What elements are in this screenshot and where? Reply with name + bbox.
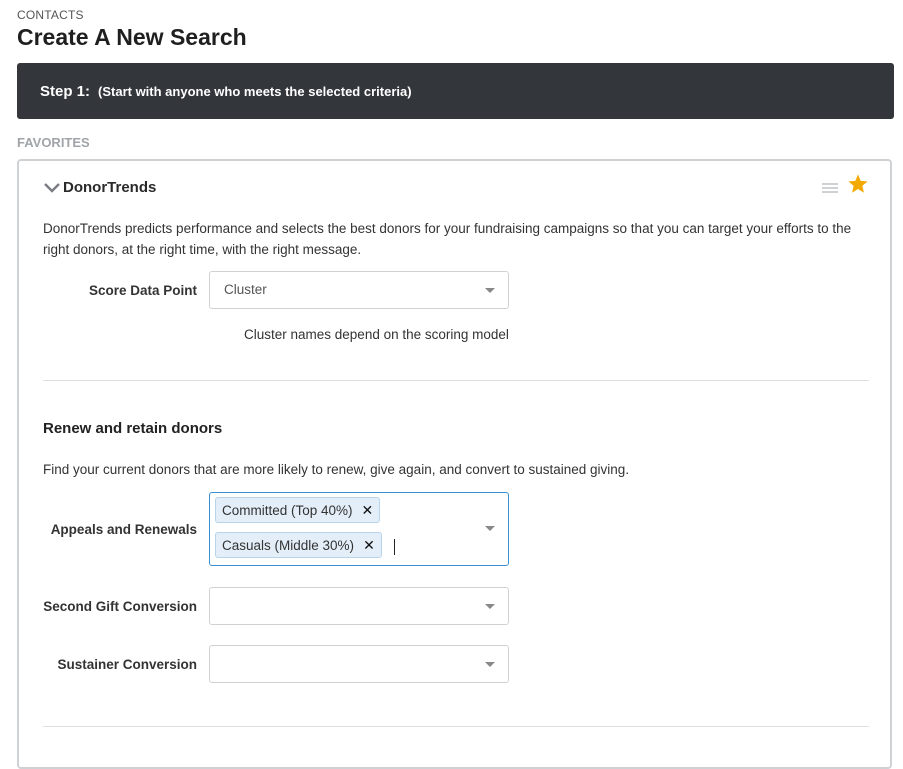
page-title: Create A New Search [17, 24, 247, 50]
panel-description: DonorTrends predicts performance and sel… [43, 221, 852, 257]
selected-tag: Committed (Top 40%) ✕ [215, 497, 381, 523]
chevron-down-icon[interactable] [485, 288, 495, 293]
score-data-point-label: Score Data Point [88, 282, 197, 298]
text-cursor [394, 539, 395, 555]
second-gift-row: Second Gift Conversion [19, 587, 509, 625]
tag-label: Committed (Top 40%) [222, 502, 353, 518]
chevron-down-icon[interactable] [485, 526, 495, 531]
score-data-point-value: Cluster [224, 282, 267, 297]
remove-tag-icon[interactable]: ✕ [362, 502, 374, 519]
chevron-down-icon[interactable] [485, 604, 495, 609]
tag-label: Casuals (Middle 30%) [222, 537, 355, 553]
step-label: Step 1: [40, 82, 91, 100]
sustainer-select[interactable] [209, 645, 509, 683]
appeals-renewals-row: Appeals and Renewals Committed (Top 40%)… [19, 492, 509, 566]
breadcrumb[interactable]: CONTACTS [17, 8, 84, 22]
drag-handle-icon[interactable] [821, 181, 839, 193]
remove-tag-icon[interactable]: ✕ [363, 537, 375, 554]
panel-title: DonorTrends [63, 179, 157, 196]
appeals-renewals-multiselect[interactable]: Committed (Top 40%) ✕ Casuals (Middle 30… [209, 492, 509, 566]
divider [43, 380, 869, 381]
divider [43, 726, 869, 727]
favorites-heading: FAVORITES [17, 135, 90, 150]
score-data-point-row: Score Data Point Cluster [19, 271, 509, 309]
score-data-point-select[interactable]: Cluster [209, 271, 509, 309]
chevron-down-icon[interactable] [485, 662, 495, 667]
step-description: (Start with anyone who meets the selecte… [98, 83, 412, 99]
section-title: Renew and retain donors [43, 420, 223, 437]
score-data-point-hint: Cluster names depend on the scoring mode… [244, 327, 509, 342]
appeals-renewals-label: Appeals and Renewals [50, 521, 197, 537]
second-gift-select[interactable] [209, 587, 509, 625]
step-bar: Step 1: (Start with anyone who meets the… [17, 63, 894, 119]
panel-header[interactable]: DonorTrends [43, 179, 156, 196]
sustainer-row: Sustainer Conversion [19, 645, 509, 683]
star-icon[interactable] [847, 173, 869, 195]
selected-tag: Casuals (Middle 30%) ✕ [215, 532, 382, 558]
sustainer-label: Sustainer Conversion [57, 656, 197, 672]
donortrends-panel: DonorTrends DonorTrends predicts perform… [17, 159, 892, 769]
section-description: Find your current donors that are more l… [43, 462, 630, 477]
second-gift-label: Second Gift Conversion [43, 598, 197, 614]
chevron-down-icon[interactable] [43, 181, 61, 195]
